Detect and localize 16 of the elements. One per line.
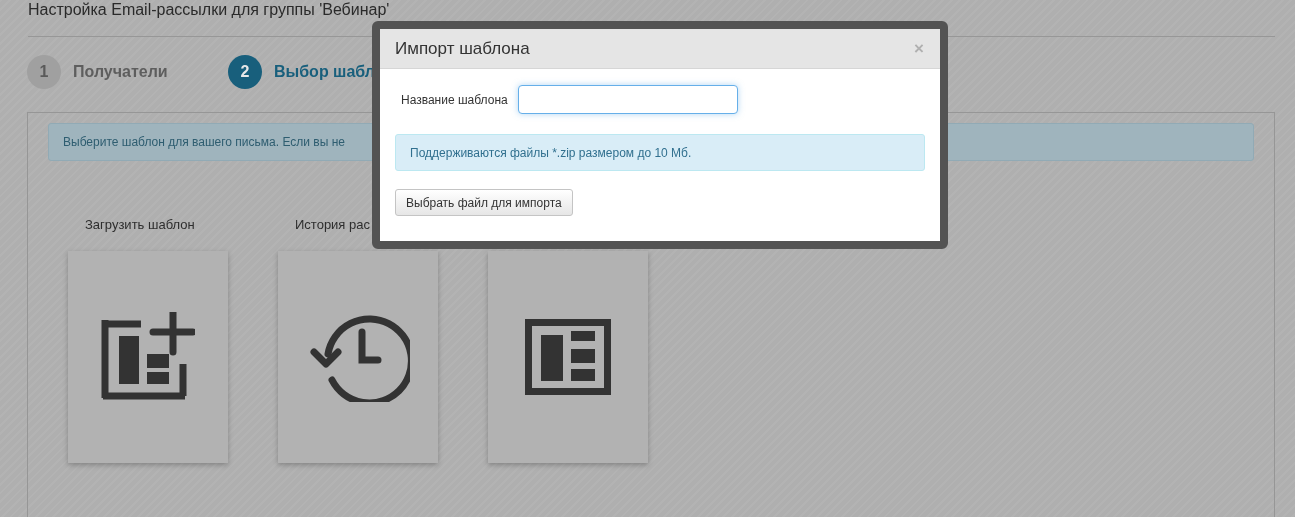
add-template-icon xyxy=(101,312,195,402)
step-label[interactable]: Получатели xyxy=(73,63,168,81)
template-card[interactable] xyxy=(278,251,438,463)
step-number[interactable]: 2 xyxy=(228,55,262,89)
template-icon xyxy=(525,319,611,395)
choose-file-button[interactable]: Выбрать файл для импорта xyxy=(395,189,573,216)
template-name-field[interactable] xyxy=(517,85,738,114)
tile-label: История рас xyxy=(295,217,370,234)
template-card[interactable] xyxy=(68,251,228,463)
dialog-title: Импорт шаблона xyxy=(395,38,530,59)
template-card[interactable] xyxy=(488,251,648,463)
field-label: Название шаблона xyxy=(401,92,508,107)
tile-label: Загрузить шаблон xyxy=(85,217,195,234)
close-button[interactable]: × xyxy=(914,38,924,59)
step-number[interactable]: 1 xyxy=(27,55,61,89)
info-notice: Поддерживаются файлы *.zip размером до 10 Мб. xyxy=(395,134,925,171)
